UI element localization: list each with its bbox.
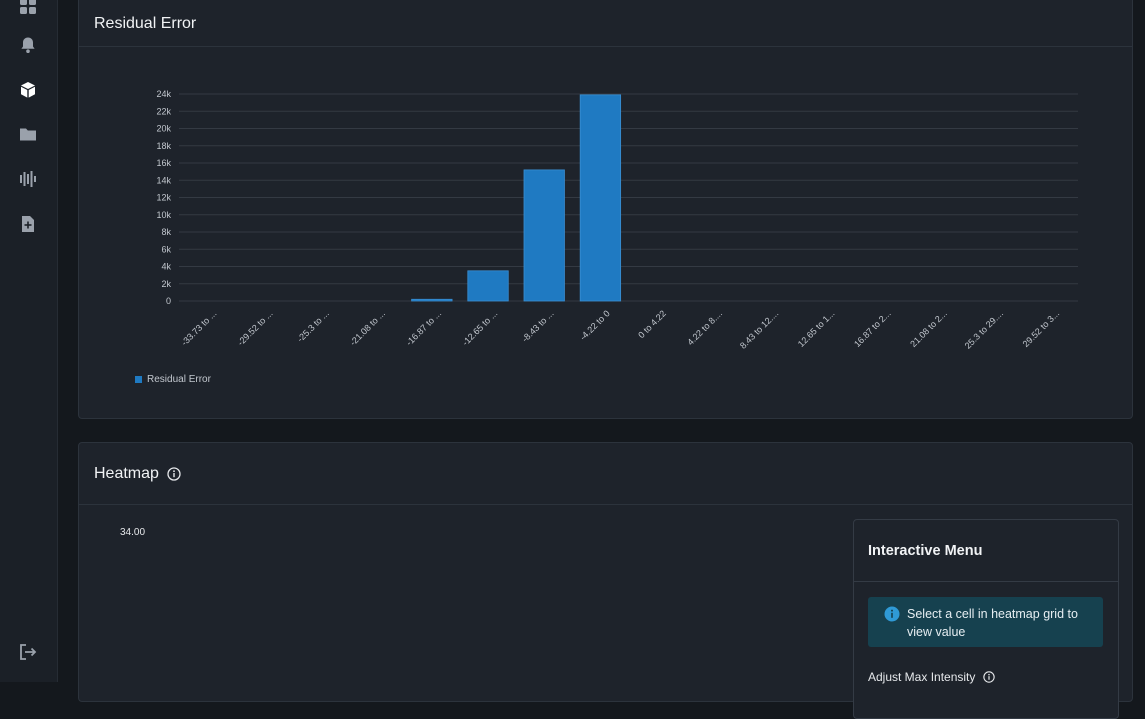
bell-icon[interactable] [18, 35, 38, 55]
menu-title: Interactive Menu [868, 542, 983, 559]
logout-icon[interactable] [18, 642, 38, 662]
x-tick-label: -21.08 to ... [348, 308, 387, 347]
y-tick-label: 10k [156, 210, 171, 220]
x-tick-label: -16.87 to ... [404, 308, 443, 347]
residual-error-chart: 0 2k 4k 6k 8k 10k 12k 14k 16k 18k 20k 22k 24k -33.73 … [156, 89, 1078, 351]
bar[interactable] [523, 169, 565, 302]
bar[interactable] [411, 298, 453, 302]
y-tick-label: 12k [156, 193, 171, 203]
grid-icon[interactable] [18, 0, 38, 16]
y-tick-label: 18k [156, 141, 171, 151]
x-tick-label: 21.08 to 2... [908, 308, 949, 349]
y-tick-label: 6k [161, 244, 171, 254]
interactive-menu: Interactive Menu Select a cell in heatma… [853, 519, 1119, 719]
info-icon[interactable] [167, 466, 181, 481]
sidebar [0, 0, 58, 682]
y-tick-label: 24k [156, 89, 171, 99]
menu-header: Interactive Menu [854, 520, 1118, 582]
y-tick-label: 16k [156, 158, 171, 168]
y-tick-label: 4k [161, 262, 171, 272]
bar[interactable] [579, 94, 622, 302]
chart-legend[interactable]: Residual Error [135, 374, 211, 385]
x-tick-label: 25.3 to 29.... [963, 308, 1005, 350]
x-tick-label: 0 to 4.22 [636, 308, 668, 340]
info-icon[interactable] [983, 671, 996, 683]
y-tick-label: 0 [166, 296, 171, 306]
x-tick-label: 29.52 to 3... [1021, 308, 1062, 349]
x-tick-label: -12.65 to ... [460, 308, 499, 347]
x-tick-label: -29.52 to ... [235, 308, 274, 347]
heatmap-scale-value: 34.00 [120, 527, 146, 538]
residual-error-card: Residual Error 0 2k 4k 6k 8k 10k 12k 14k 16k 18k 2… [78, 0, 1133, 419]
info-alert: Select a cell in heatmap grid to view va… [868, 597, 1103, 647]
x-tick-label: -4.22 to 0 [578, 308, 612, 342]
y-tick-label: 8k [161, 227, 171, 237]
x-tick-label: 4.22 to 8.... [685, 308, 724, 347]
x-tick-label: -8.43 to ... [520, 308, 556, 344]
x-tick-label: 12.65 to 1... [796, 308, 837, 349]
heatmap-card: Heatmap 34.00 Interactive Menu Select a … [78, 442, 1133, 719]
folder-icon[interactable] [18, 124, 38, 144]
card-title: Heatmap [94, 464, 159, 482]
card-header: Heatmap [79, 443, 1132, 505]
y-tick-label: 20k [156, 124, 171, 134]
x-tick-label: -25.3 to ... [295, 308, 331, 344]
x-tick-label: -33.73 to ... [179, 308, 218, 347]
info-message: Select a cell in heatmap grid to view va… [907, 607, 1078, 639]
y-tick-label: 2k [161, 279, 171, 289]
x-tick-label: 8.43 to 12.... [738, 308, 780, 350]
y-tick-label: 22k [156, 106, 171, 116]
info-circle-icon [884, 606, 900, 627]
legend-swatch [135, 376, 142, 383]
y-tick-label: 14k [156, 175, 171, 185]
x-tick-label: 16.87 to 2... [852, 308, 893, 349]
signal-icon[interactable] [18, 169, 38, 189]
file-plus-icon[interactable] [18, 214, 38, 234]
cube-icon[interactable] [18, 80, 38, 100]
bar[interactable] [467, 270, 509, 302]
legend-label: Residual Error [147, 374, 211, 385]
